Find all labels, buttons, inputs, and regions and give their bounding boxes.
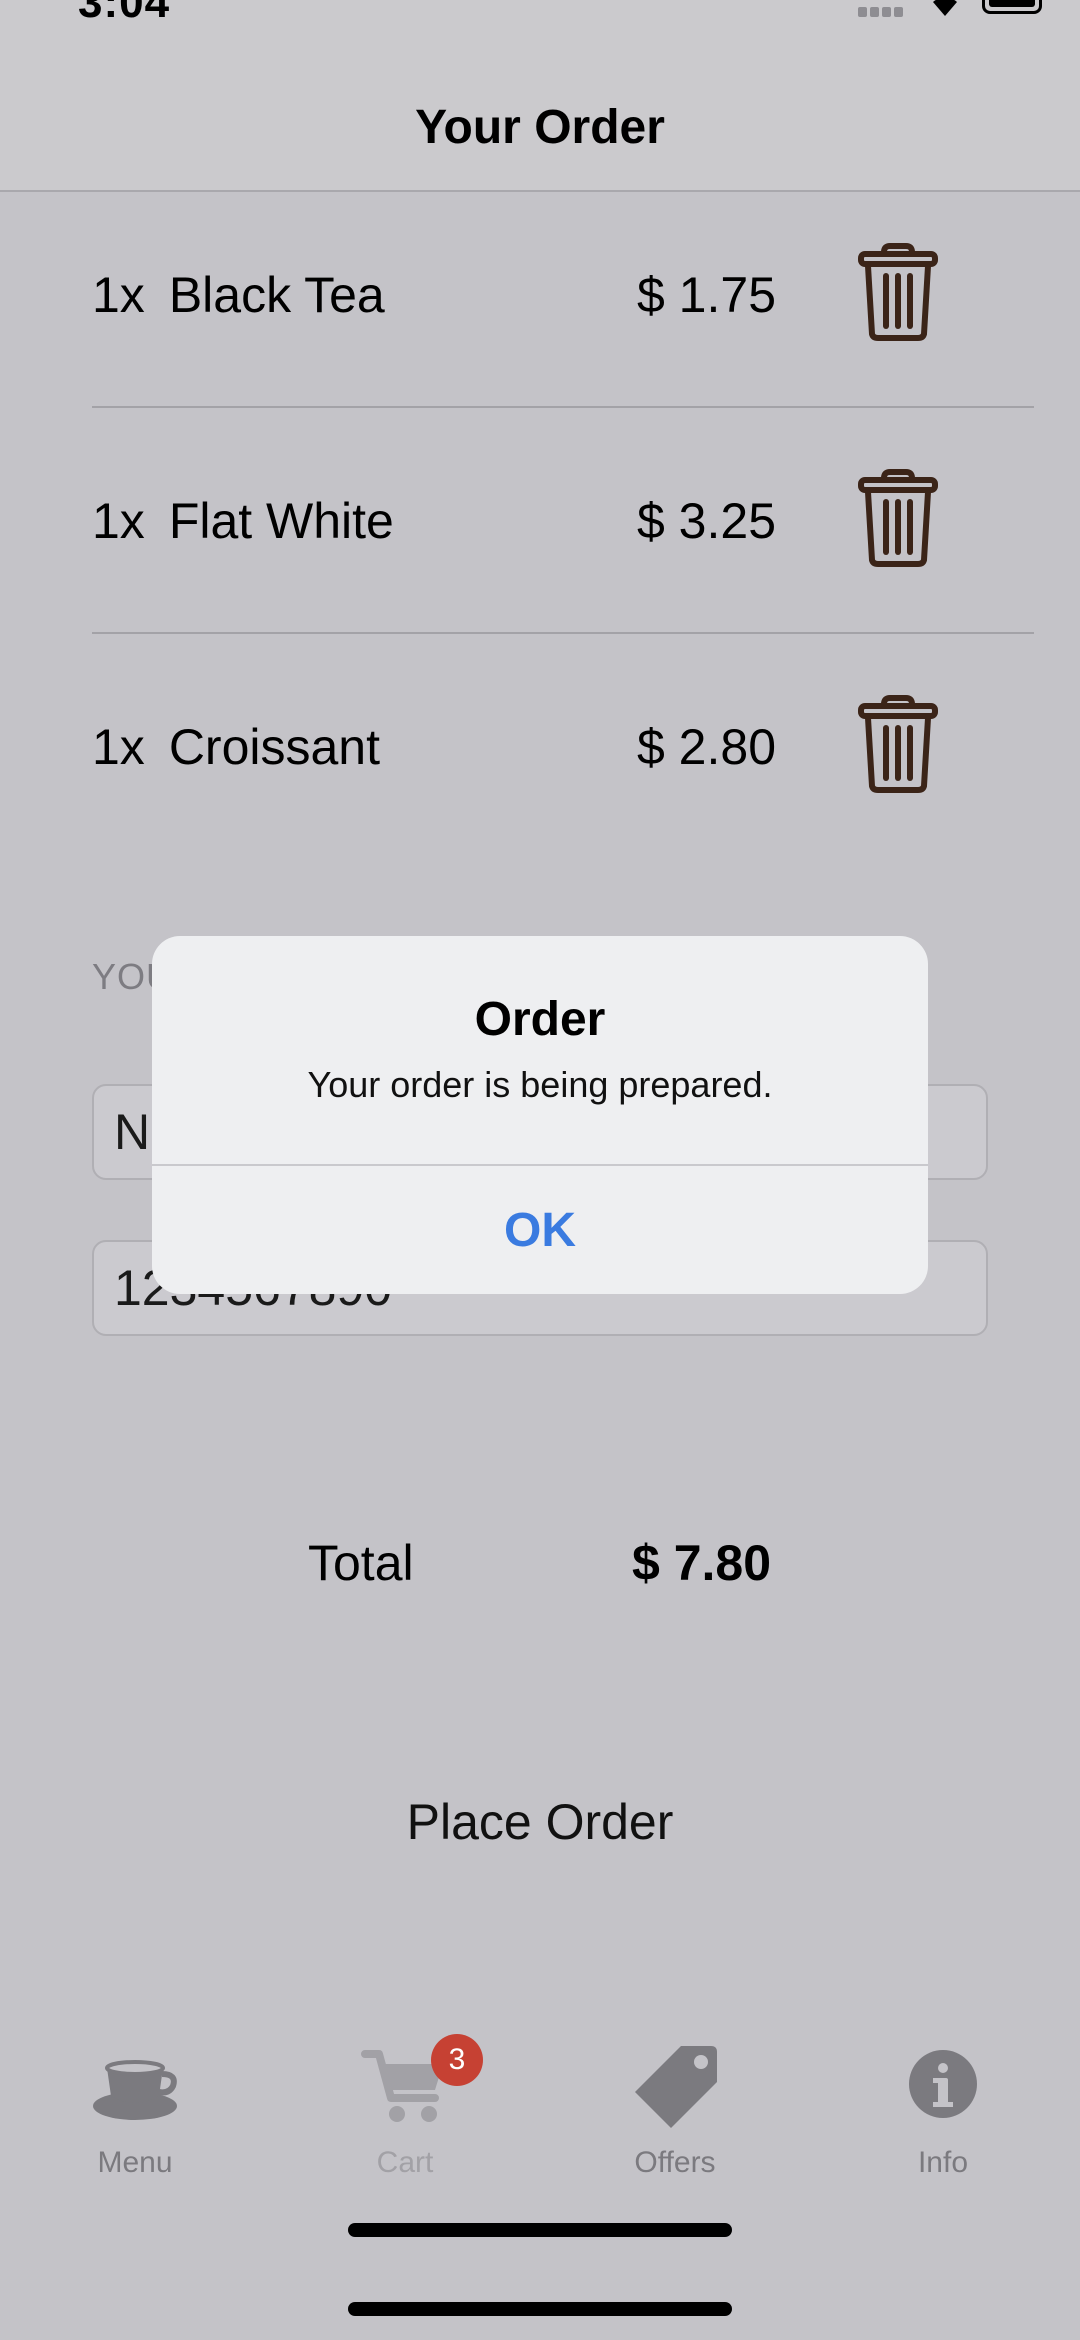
screen: Your Order 3:04 1x Black Tea $ 1.75 1x Fla… (0, 0, 1080, 2340)
item-quantity: 1x (92, 493, 145, 549)
item-name: Black Tea (168, 267, 385, 323)
tab-cart[interactable]: 3 Cart (305, 2034, 505, 2180)
status-bar: 3:04 (0, 0, 1080, 30)
ok-button[interactable]: OK (152, 1166, 928, 1294)
trash-icon[interactable] (858, 242, 938, 342)
page-title: Your Order (415, 101, 665, 154)
tab-info[interactable]: Info (843, 2040, 1043, 2180)
order-item-row: 1x Flat White $ 3.25 (92, 408, 1034, 634)
trash-icon[interactable] (858, 694, 938, 794)
alert-title: Order (474, 993, 606, 1046)
item-price: $ 2.80 (636, 719, 776, 775)
wifi-icon (933, 0, 957, 16)
tab-offers[interactable]: Offers (575, 2040, 775, 2180)
order-item-row: 1x Croissant $ 2.80 (92, 634, 1034, 860)
home-indicator (348, 2302, 732, 2316)
total-value: $ 7.80 (632, 1535, 772, 1591)
cart-badge: 3 (431, 2034, 483, 2086)
tag-icon (635, 2046, 717, 2128)
status-time: 3:04 (78, 0, 171, 27)
place-order-button[interactable]: Place Order (340, 1786, 740, 1858)
alert-dialog: Order Your order is being prepared. OK (152, 936, 928, 1294)
info-icon (909, 2050, 977, 2118)
home-indicator (348, 2223, 732, 2237)
alert-message: Your order is being prepared. (307, 1064, 773, 1105)
signal-icon (858, 4, 908, 17)
tab-menu[interactable]: Menu (35, 2040, 235, 2180)
item-quantity: 1x (92, 719, 145, 775)
coffee-cup-icon (93, 2060, 177, 2120)
order-item-row: 1x Black Tea $ 1.75 (92, 182, 1034, 408)
trash-icon[interactable] (858, 468, 938, 568)
tab-label: Menu (97, 2146, 173, 2179)
item-price: $ 3.25 (636, 493, 776, 549)
tab-label: Cart (376, 2146, 434, 2179)
item-price: $ 1.75 (636, 267, 776, 323)
item-name: Flat White (168, 493, 394, 549)
tab-label: Info (917, 2146, 969, 2179)
tab-bar: Menu 3 Cart Offers Info (0, 2010, 1080, 2340)
tab-label: Offers (634, 2146, 716, 2179)
battery-icon (982, 0, 1042, 14)
item-quantity: 1x (92, 267, 145, 323)
item-name: Croissant (168, 719, 380, 775)
total-label: Total (308, 1535, 414, 1591)
